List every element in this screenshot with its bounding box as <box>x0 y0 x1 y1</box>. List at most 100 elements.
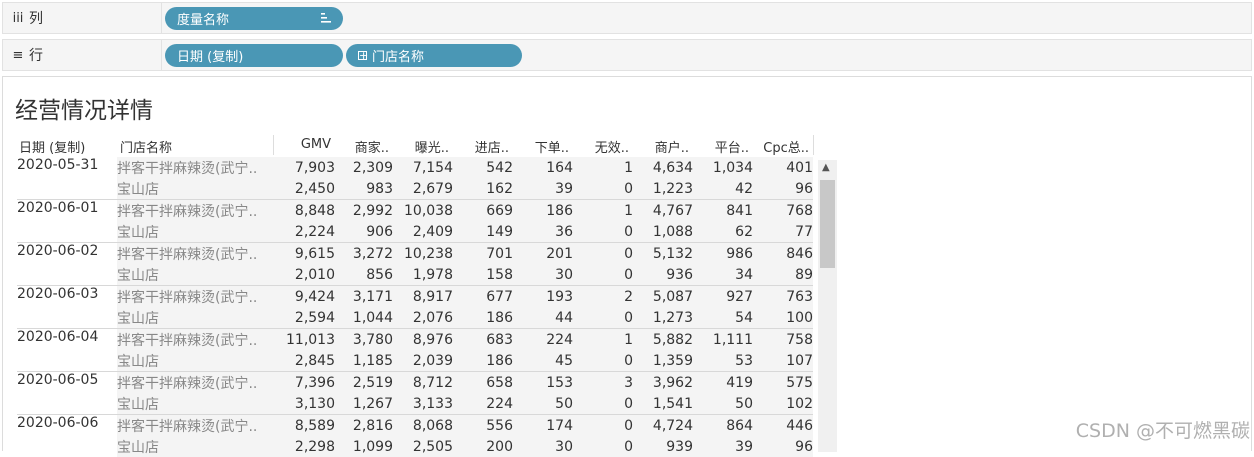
value-cell: 2 <box>573 285 633 307</box>
date-cell <box>17 178 117 200</box>
value-cell: 42 <box>693 178 753 200</box>
value-cell: 2,309 <box>335 157 393 178</box>
value-cell: 39 <box>513 178 573 200</box>
table-row[interactable]: 2020-06-06 拌客干拌麻辣烫(武宁.. 8,589 2,816 8,068 556… <box>17 414 813 436</box>
value-cell: 1,273 <box>633 307 693 329</box>
store-cell: 宝山店 <box>117 307 275 329</box>
pill-label: 度量名称 <box>177 13 230 28</box>
value-cell: 2,298 <box>275 436 335 457</box>
date-cell: 2020-06-04 <box>17 328 117 350</box>
store-cell: 宝山店 <box>117 178 275 200</box>
store-cell: 宝山店 <box>117 264 275 286</box>
header-measure[interactable]: 无效.. <box>569 137 629 156</box>
header-measure[interactable]: 进店.. <box>449 137 509 156</box>
value-cell: 5,882 <box>633 328 693 350</box>
table-row[interactable]: 宝山店 2,298 1,099 2,505 200 30 0 939 39 96 <box>17 436 813 457</box>
value-cell: 158 <box>453 264 513 286</box>
value-cell: 9,615 <box>275 242 335 264</box>
header-date[interactable]: 日期 (复制) <box>19 137 85 156</box>
header-measure[interactable]: Cpc总.. <box>749 137 809 156</box>
scroll-up-icon[interactable]: ▲ <box>822 162 830 173</box>
value-cell: 3,133 <box>393 393 453 415</box>
value-cell: 0 <box>573 242 633 264</box>
value-cell: 677 <box>453 285 513 307</box>
value-cell: 2,679 <box>393 178 453 200</box>
value-cell: 0 <box>573 414 633 436</box>
table-row[interactable]: 宝山店 2,594 1,044 2,076 186 44 0 1,273 54 100 <box>17 307 813 329</box>
value-cell: 62 <box>693 221 753 243</box>
value-cell: 658 <box>453 371 513 393</box>
value-cell: 3,962 <box>633 371 693 393</box>
value-cell: 1,185 <box>335 350 393 372</box>
value-cell: 96 <box>753 436 813 457</box>
value-cell: 2,450 <box>275 178 335 200</box>
value-cell: 401 <box>753 157 813 178</box>
columns-shelf-label: iii 列 <box>3 3 162 33</box>
value-cell: 153 <box>513 371 573 393</box>
value-cell: 7,903 <box>275 157 335 178</box>
value-cell: 0 <box>573 221 633 243</box>
value-cell: 986 <box>693 242 753 264</box>
pill-label: 门店名称 <box>372 50 425 65</box>
value-cell: 446 <box>753 414 813 436</box>
value-cell: 186 <box>513 199 573 221</box>
header-measure[interactable]: GMV <box>271 137 331 152</box>
header-measure[interactable]: 商家.. <box>329 137 389 156</box>
value-cell: 841 <box>693 199 753 221</box>
plus-icon[interactable]: + <box>358 50 368 61</box>
header-measure[interactable]: 曝光.. <box>389 137 449 156</box>
value-cell: 200 <box>453 436 513 457</box>
value-cell: 30 <box>513 264 573 286</box>
value-cell: 758 <box>753 328 813 350</box>
header-measure[interactable]: 平台.. <box>689 137 749 156</box>
header-measure[interactable]: 下单.. <box>509 137 569 156</box>
value-cell: 4,724 <box>633 414 693 436</box>
table-row[interactable]: 2020-06-05 拌客干拌麻辣烫(武宁.. 7,396 2,519 8,712 658… <box>17 371 813 393</box>
header-measure[interactable]: 商户.. <box>629 137 689 156</box>
value-cell: 1 <box>573 328 633 350</box>
value-cell: 2,519 <box>335 371 393 393</box>
store-cell: 宝山店 <box>117 393 275 415</box>
table-row[interactable]: 2020-06-01 拌客干拌麻辣烫(武宁.. 8,848 2,992 10,038 66… <box>17 199 813 221</box>
value-cell: 0 <box>573 436 633 457</box>
table-row[interactable]: 2020-06-04 拌客干拌麻辣烫(武宁.. 11,013 3,780 8,976 68… <box>17 328 813 350</box>
store-cell: 宝山店 <box>117 436 275 457</box>
value-cell: 8,068 <box>393 414 453 436</box>
header-store[interactable]: 门店名称 <box>120 137 172 156</box>
date-cell: 2020-05-31 <box>17 157 99 173</box>
value-cell: 983 <box>335 178 393 200</box>
table-row[interactable]: 2020-06-02 拌客干拌麻辣烫(武宁.. 9,615 3,272 10,238 70… <box>17 242 813 264</box>
table-row[interactable]: 宝山店 2,010 856 1,978 158 30 0 936 34 89 <box>17 264 813 286</box>
value-cell: 0 <box>573 264 633 286</box>
value-cell: 34 <box>693 264 753 286</box>
pill-label: 日期 (复制) <box>177 50 244 65</box>
store-cell: 拌客干拌麻辣烫(武宁.. <box>117 414 275 436</box>
scrollbar-thumb[interactable] <box>820 180 835 268</box>
value-cell: 1,099 <box>335 436 393 457</box>
columns-shelf: iii 列 度量名称 <box>2 2 1252 34</box>
date-copy-pill[interactable]: 日期 (复制) <box>165 44 343 67</box>
value-cell: 30 <box>513 436 573 457</box>
value-cell: 2,409 <box>393 221 453 243</box>
store-cell: 宝山店 <box>117 350 275 372</box>
table-row[interactable]: 宝山店 3,130 1,267 3,133 224 50 0 1,541 50 102 <box>17 393 813 415</box>
value-cell: 5,087 <box>633 285 693 307</box>
measure-names-pill[interactable]: 度量名称 <box>165 7 343 30</box>
table-row[interactable]: 宝山店 2,450 983 2,679 162 39 0 1,223 42 96 <box>17 178 813 200</box>
date-cell: 2020-06-01 <box>17 199 117 221</box>
table-row[interactable]: 宝山店 2,845 1,185 2,039 186 45 0 1,359 53 107 <box>17 350 813 372</box>
store-name-pill[interactable]: + 门店名称 <box>346 44 522 67</box>
table-row[interactable]: 宝山店 2,224 906 2,409 149 36 0 1,088 62 77 <box>17 221 813 243</box>
table-row[interactable]: 2020-05-31 拌客干拌麻辣烫(武宁.. 7,903 2,309 7,154 542… <box>17 157 813 178</box>
value-cell: 89 <box>753 264 813 286</box>
value-cell: 54 <box>693 307 753 329</box>
vertical-scrollbar[interactable]: ▲ <box>818 160 837 452</box>
value-cell: 50 <box>513 393 573 415</box>
value-cell: 50 <box>693 393 753 415</box>
table-row[interactable]: 2020-06-03 拌客干拌麻辣烫(武宁.. 9,424 3,171 8,917 677… <box>17 285 813 307</box>
value-cell: 906 <box>335 221 393 243</box>
store-cell: 拌客干拌麻辣烫(武宁.. <box>117 328 275 350</box>
date-cell <box>17 393 117 415</box>
header-divider <box>813 135 814 155</box>
store-cell: 宝山店 <box>117 221 275 243</box>
